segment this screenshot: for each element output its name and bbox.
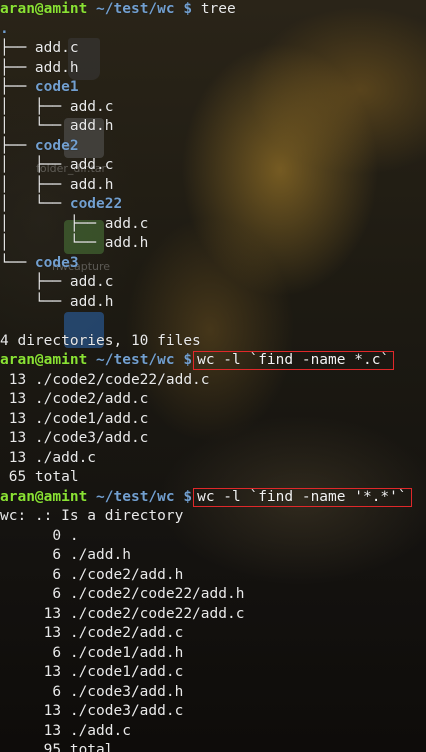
wc2-output-line: 6 ./code2/add.h [0,566,184,583]
tree-branch: ├── [0,40,35,56]
wc2-output-line: 13 ./code2/add.c [0,625,184,641]
wc1-output-line: 13 ./code1/add.c [0,410,149,427]
tree-branch: └── [0,254,35,271]
wc1-output-line: 13 ./code2/add.c [0,391,149,407]
tree-output: . ├── add.c ├── add.h ├── code1 │ ├── add.c │… [0,20,426,313]
prompt-path: ~/test/wc [96,352,175,368]
tree-file: add.h [69,118,114,134]
wc1-output-line: 13 ./code3/add.c [0,430,149,446]
wc2-output-line: 6 ./code1/add.h [0,644,184,661]
wc2-output-line: 95 total [0,742,114,752]
tree-directory: code1 [34,79,79,95]
prompt-user: aran@amint [0,1,88,17]
terminal-output: aran@amint ~/test/wc $ tree . ├── add.c ├─… [0,0,426,752]
wc1-output-line: 13 ./code2/code22/add.c [0,371,210,388]
tree-file: add.c [69,98,114,115]
prompt-symbol: $ [183,488,193,505]
wc2-output-line: 6 ./add.h [0,547,131,563]
wc2-output-line: 6 ./code2/code22/add.h [0,586,245,602]
tree-branch: │ ├── [0,176,70,193]
tree-branch: │ └── [0,196,70,212]
wc2-output-line: 13 ./code1/add.c [0,664,184,680]
wc1-output: 13 ./code2/code22/add.c 13 ./code2/add.c… [0,371,426,488]
tree-summary: 4 directories, 10 files [0,332,201,349]
tree-branch: │ ├── [0,157,70,173]
tree-directory: code3 [34,254,79,271]
wc2-output-line: 13 ./code2/code22/add.c [0,605,245,622]
wc2-output-line: 0 . [0,527,79,544]
tree-file: add.h [104,235,149,251]
command-tree: tree [200,1,236,17]
tree-line: ├── add.c [0,273,426,293]
prompt-line-wc2: aran@amint ~/test/wc $ wc -l `find -name … [0,487,426,508]
tree-file: add.c [69,274,114,290]
tree-line: . [0,20,426,40]
tree-line: ├── code1 [0,78,426,98]
prompt-path: ~/test/wc [96,488,175,505]
wc2-output-line: wc: .: Is a directory [0,508,184,524]
tree-branch: │ ├── [0,215,105,232]
tree-file: add.h [69,293,114,310]
tree-line: │ └── add.h [0,234,426,254]
tree-branch: │ ├── [0,98,70,115]
prompt-line-tree: aran@amint ~/test/wc $ tree [0,0,426,20]
tree-line: ├── code2 [0,137,426,157]
wc2-output-line: 13 ./code3/add.c [0,703,184,719]
tree-line: ├── add.c [0,39,426,59]
tree-directory: code22 [69,196,123,212]
tree-file: add.c [104,215,149,232]
prompt-symbol: $ [183,352,193,368]
tree-file: add.h [69,176,114,193]
tree-branch: │ └── [0,235,105,251]
tree-line: │ └── code22 [0,195,426,215]
prompt-symbol: $ [183,1,193,17]
wc1-output-line: 65 total [0,469,79,485]
wc2-output-line: 6 ./code3/add.h [0,683,184,700]
prompt-path: ~/test/wc [96,1,175,17]
prompt-line-wc1: aran@amint ~/test/wc $ wc -l `find -name … [0,351,426,371]
tree-line: │ ├── add.c [0,98,426,118]
tree-line: │ └── add.h [0,117,426,137]
tree-file: add.h [34,59,79,76]
tree-line: │ ├── add.c [0,156,426,176]
command-wc2-highlighted: wc -l `find -name '*.*'` [193,487,412,507]
tree-directory: . [0,20,9,37]
tree-line: │ ├── add.h [0,176,426,196]
tree-directory: code2 [34,137,79,154]
tree-branch: ├── [0,274,70,290]
tree-line: │ ├── add.c [0,215,426,235]
terminal-window[interactable]: folder_dir.tar hwcapture aran@amint ~/te… [0,0,426,752]
wc2-output-line: 13 ./add.c [0,722,131,739]
tree-branch: ├── [0,59,35,76]
tree-line: └── code3 [0,254,426,274]
prompt-user: aran@amint [0,352,88,368]
tree-file: add.c [34,40,79,56]
tree-branch: ├── [0,137,35,154]
wc1-output-line: 13 ./add.c [0,449,97,466]
tree-line: ├── add.h [0,59,426,79]
tree-branch: └── [0,293,70,310]
tree-branch: ├── [0,79,35,95]
tree-branch: │ └── [0,118,70,134]
command-wc1-highlighted: wc -l `find -name *.c` [193,351,395,370]
prompt-user: aran@amint [0,488,88,505]
tree-file: add.c [69,157,114,173]
tree-line: └── add.h [0,293,426,313]
wc2-output: wc: .: Is a directory 0 . 6 ./add.h 6 ./… [0,507,426,752]
